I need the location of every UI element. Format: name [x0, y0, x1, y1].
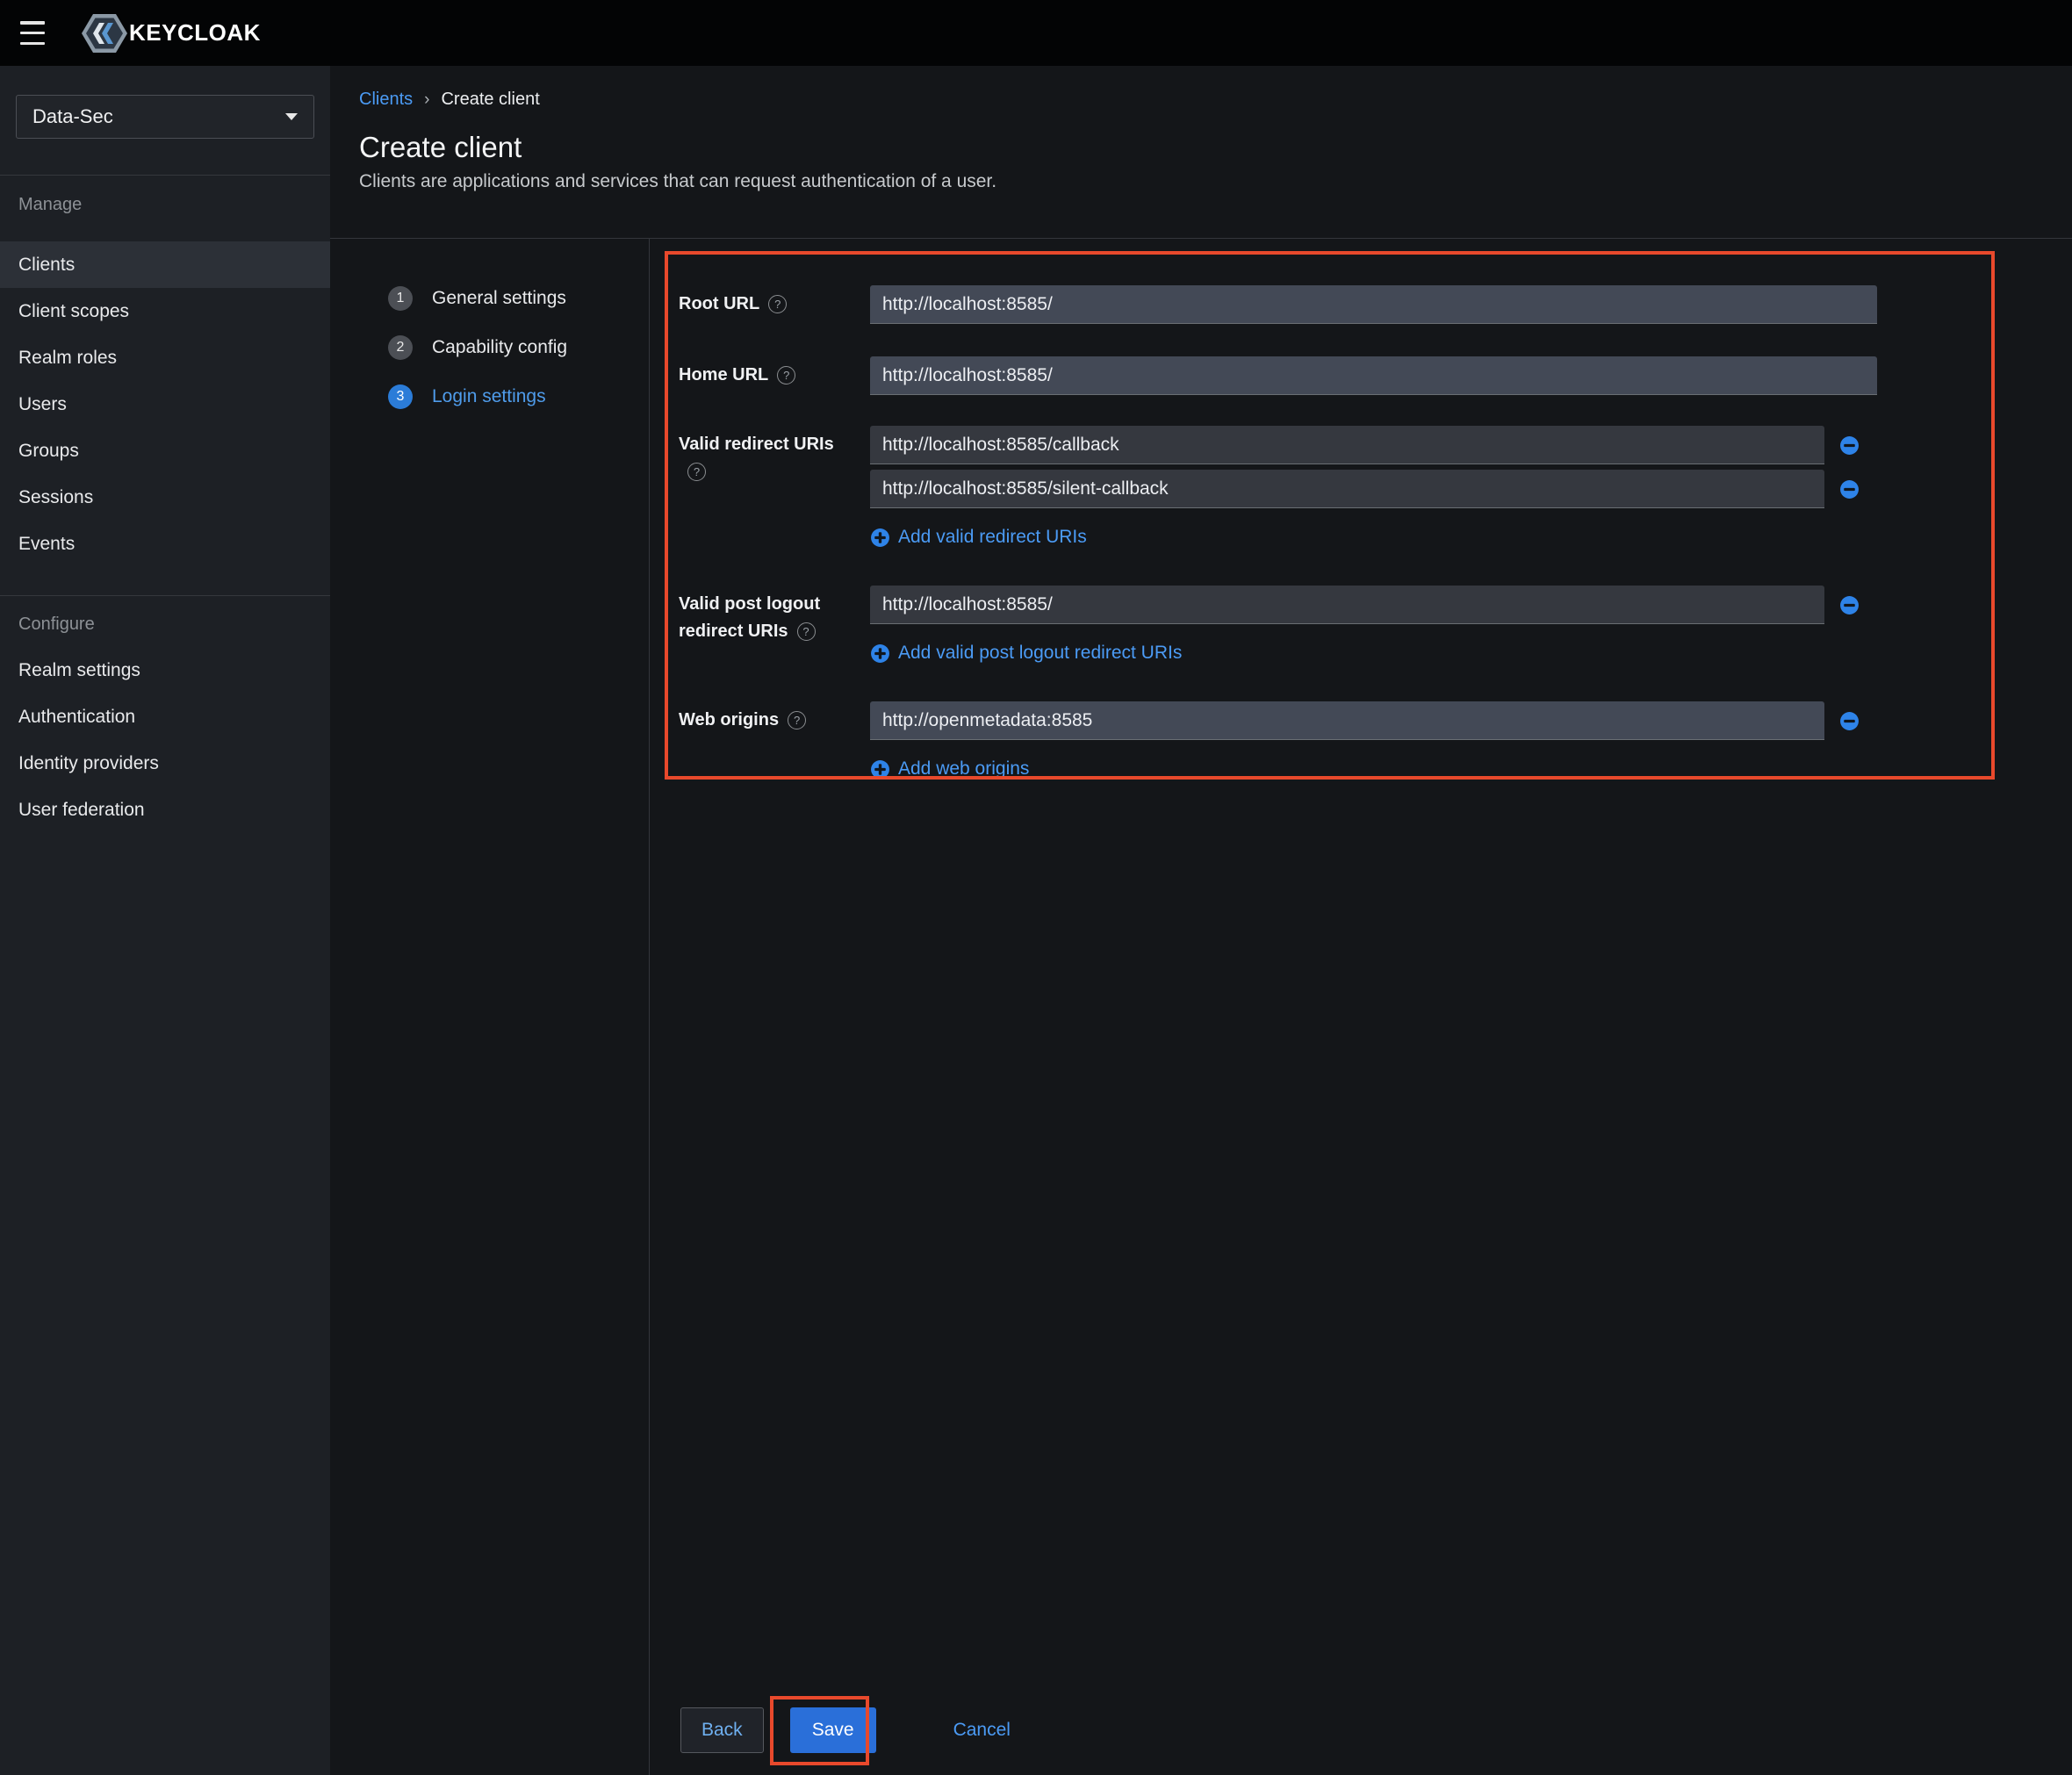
minus-circle-icon [1839, 479, 1860, 499]
chevron-down-icon [285, 113, 298, 120]
sidebar-item-authentication[interactable]: Authentication [0, 693, 330, 740]
wizard-step-login-settings[interactable]: 3 Login settings [388, 372, 649, 421]
sidebar-item-identity-providers[interactable]: Identity providers [0, 740, 330, 787]
sidebar-item-groups[interactable]: Groups [0, 428, 330, 474]
minus-circle-icon [1839, 711, 1860, 731]
add-valid-redirect-uris-link[interactable]: Add valid redirect URIs [870, 526, 2072, 549]
step-number-badge: 3 [388, 384, 413, 409]
home-url-input[interactable] [870, 356, 1877, 395]
brand-title: KEYCLOAK [129, 19, 261, 46]
save-button[interactable]: Save [789, 1707, 876, 1753]
plus-circle-icon [870, 759, 890, 780]
sidebar-item-clients[interactable]: Clients [0, 241, 330, 288]
home-url-row: Home URL? [679, 356, 2072, 395]
redirect-uri-input-0[interactable] [870, 426, 1824, 464]
sidebar-item-sessions[interactable]: Sessions [0, 474, 330, 521]
minus-circle-icon [1839, 595, 1860, 615]
sidebar-section-configure: Configure Realm settings Authentication … [0, 595, 330, 833]
sidebar-item-users[interactable]: Users [0, 381, 330, 428]
sidebar-item-events[interactable]: Events [0, 521, 330, 567]
keycloak-brand[interactable]: KEYCLOAK [82, 13, 261, 53]
sidebar-item-user-federation[interactable]: User federation [0, 787, 330, 833]
help-icon[interactable]: ? [768, 295, 788, 314]
create-client-wizard: 1 General settings 2 Capability config 3… [330, 239, 2072, 1775]
wizard-step-general-settings[interactable]: 1 General settings [388, 274, 649, 323]
remove-redirect-uri-button[interactable] [1839, 435, 1860, 456]
hamburger-menu-icon[interactable] [20, 21, 47, 45]
valid-redirect-uris-label: Valid redirect URIs? [679, 426, 870, 549]
help-icon[interactable]: ? [777, 366, 796, 385]
section-label-configure: Configure [18, 614, 95, 634]
remove-web-origin-button[interactable] [1839, 711, 1860, 731]
wizard-step-capability-config[interactable]: 2 Capability config [388, 323, 649, 372]
keycloak-logo-icon [82, 13, 127, 53]
redirect-uri-input-1[interactable] [870, 470, 1824, 508]
plus-circle-icon [870, 643, 890, 664]
minus-circle-icon [1839, 435, 1860, 456]
sidebar-item-realm-settings[interactable]: Realm settings [0, 647, 330, 693]
root-url-input[interactable] [870, 285, 1877, 324]
page-title: Create client [359, 131, 522, 163]
root-url-row: Root URL? [679, 285, 2072, 324]
help-icon[interactable]: ? [788, 711, 807, 730]
wizard-steps-nav: 1 General settings 2 Capability config 3… [330, 239, 650, 1775]
breadcrumb-link-clients[interactable]: Clients [359, 90, 413, 110]
valid-redirect-uris-row: Valid redirect URIs? http://localhost:85… [679, 426, 2072, 549]
sidebar-item-realm-roles[interactable]: Realm roles [0, 334, 330, 381]
step-number-badge: 1 [388, 286, 413, 311]
top-bar: KEYCLOAK [0, 0, 2072, 66]
cancel-link[interactable]: Cancel [953, 1720, 1011, 1741]
page-subtitle: Clients are applications and services th… [359, 171, 997, 191]
realm-selector-dropdown[interactable]: Data-Sec [16, 95, 314, 139]
breadcrumb-separator-icon: › [424, 90, 430, 109]
section-label-manage: Manage [18, 195, 83, 214]
back-button[interactable]: Back [680, 1707, 764, 1753]
realm-selector-value: Data-Sec [32, 105, 113, 127]
main-content: Clients › Create client Create client Cl… [330, 66, 2072, 1775]
add-web-origins-link[interactable]: Add web origins [870, 758, 2072, 780]
plus-circle-icon [870, 528, 890, 548]
breadcrumb-current: Create client [441, 90, 540, 109]
web-origins-input-0[interactable] [870, 701, 1824, 740]
web-origins-row: Web origins? http://openmetadata:8585 Ad… [679, 701, 2072, 780]
valid-post-logout-redirect-uris-label: Valid post logout redirect URIs? [679, 594, 821, 642]
remove-redirect-uri-button[interactable] [1839, 479, 1860, 499]
sidebar: Data-Sec Manage Clients Client scopes Re… [0, 66, 330, 1775]
sidebar-item-client-scopes[interactable]: Client scopes [0, 288, 330, 334]
login-settings-form: Root URL? Home URL? [650, 239, 2072, 1775]
web-origins-label: Web origins? [679, 701, 870, 780]
root-url-label: Root URL? [679, 285, 870, 324]
help-icon[interactable]: ? [687, 463, 706, 482]
add-valid-post-logout-redirect-uris-link[interactable]: Add valid post logout redirect URIs [870, 642, 2072, 665]
help-icon[interactable]: ? [796, 622, 816, 642]
home-url-label: Home URL? [679, 356, 870, 395]
valid-post-logout-redirect-uris-row: Valid post logout redirect URIs? http://… [679, 586, 2072, 665]
post-logout-redirect-uri-input-0[interactable] [870, 586, 1824, 624]
sidebar-section-manage: Manage Clients Client scopes Realm roles… [0, 195, 330, 567]
remove-post-logout-uri-button[interactable] [1839, 595, 1860, 615]
wizard-footer-actions: Back Save Cancel [650, 1707, 1011, 1753]
step-number-badge: 2 [388, 335, 413, 360]
page-header: Clients › Create client Create client Cl… [330, 66, 2072, 239]
breadcrumb: Clients › Create client [359, 90, 2072, 110]
